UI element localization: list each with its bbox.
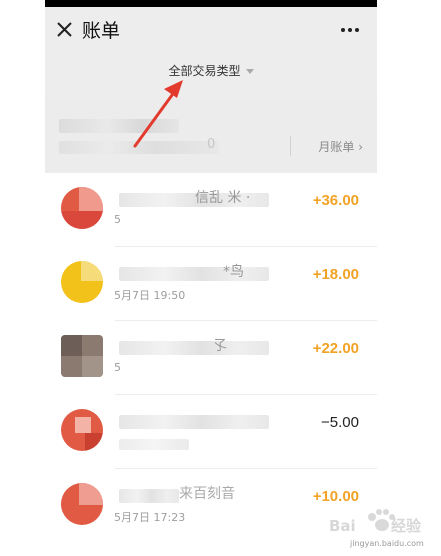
monthly-bill-link[interactable]: 月账单 › bbox=[318, 138, 363, 155]
transaction-amount: +36.00 bbox=[312, 192, 359, 209]
status-bar bbox=[45, 0, 377, 7]
phone-screen: 账单 全部交易类型 0 月账单 › 信乱 米 · 5 +36.00 *鸟 5月7… bbox=[45, 0, 377, 556]
transaction-list: 信乱 米 · 5 +36.00 *鸟 5月7日 19:50 +18.00 孓 5… bbox=[45, 173, 377, 556]
svg-text:经验: 经验 bbox=[391, 517, 422, 535]
transaction-row[interactable]: −5.00 bbox=[45, 395, 377, 469]
transaction-amount: −5.00 bbox=[321, 414, 359, 431]
watermark-url: jingyan.baidu.com bbox=[350, 539, 424, 548]
month-summary-visible-text: 0 bbox=[207, 137, 216, 152]
filter-label: 全部交易类型 bbox=[168, 64, 241, 78]
transaction-name: 来百刻音 bbox=[179, 486, 235, 502]
transaction-date: 5 bbox=[114, 213, 121, 226]
transaction-date-blurred bbox=[119, 439, 189, 450]
avatar bbox=[61, 261, 103, 303]
avatar bbox=[61, 335, 103, 377]
page-title: 账单 bbox=[82, 20, 121, 42]
transaction-name-blurred bbox=[119, 267, 269, 281]
transaction-name-blurred bbox=[119, 415, 269, 429]
caret-down-icon bbox=[245, 69, 254, 74]
month-title-blurred bbox=[59, 119, 179, 133]
transaction-type-filter[interactable]: 全部交易类型 bbox=[45, 62, 377, 79]
transaction-name: 信乱 米 · bbox=[195, 190, 251, 206]
transaction-name-blurred bbox=[119, 341, 269, 355]
title-bar: 账单 bbox=[45, 7, 377, 55]
transaction-date: 5月7日 19:50 bbox=[114, 289, 186, 302]
transaction-name-blurred bbox=[119, 489, 179, 503]
monthly-bill-label: 月账单 bbox=[318, 140, 355, 154]
transaction-name: *鸟 bbox=[223, 264, 244, 280]
transaction-amount: +18.00 bbox=[312, 266, 359, 283]
transaction-amount: +22.00 bbox=[312, 340, 359, 357]
transaction-date: 5月7日 17:23 bbox=[114, 511, 186, 524]
avatar bbox=[61, 409, 103, 451]
divider bbox=[290, 136, 291, 156]
transaction-row[interactable]: 孓 5 +22.00 bbox=[45, 321, 377, 395]
transaction-name: 孓 bbox=[213, 338, 227, 354]
month-summary-header: 0 月账单 › bbox=[45, 99, 377, 173]
transaction-row[interactable]: 信乱 米 · 5 +36.00 bbox=[45, 173, 377, 247]
chevron-right-icon: › bbox=[358, 140, 363, 154]
svg-text:Bai: Bai bbox=[329, 517, 356, 535]
more-horizontal-icon[interactable] bbox=[337, 18, 363, 42]
transaction-row[interactable]: *鸟 5月7日 19:50 +18.00 bbox=[45, 247, 377, 321]
transaction-date: 5 bbox=[114, 361, 121, 374]
close-icon[interactable] bbox=[53, 18, 77, 42]
avatar bbox=[61, 483, 103, 525]
month-summary-blurred bbox=[59, 141, 219, 154]
avatar bbox=[61, 187, 103, 229]
